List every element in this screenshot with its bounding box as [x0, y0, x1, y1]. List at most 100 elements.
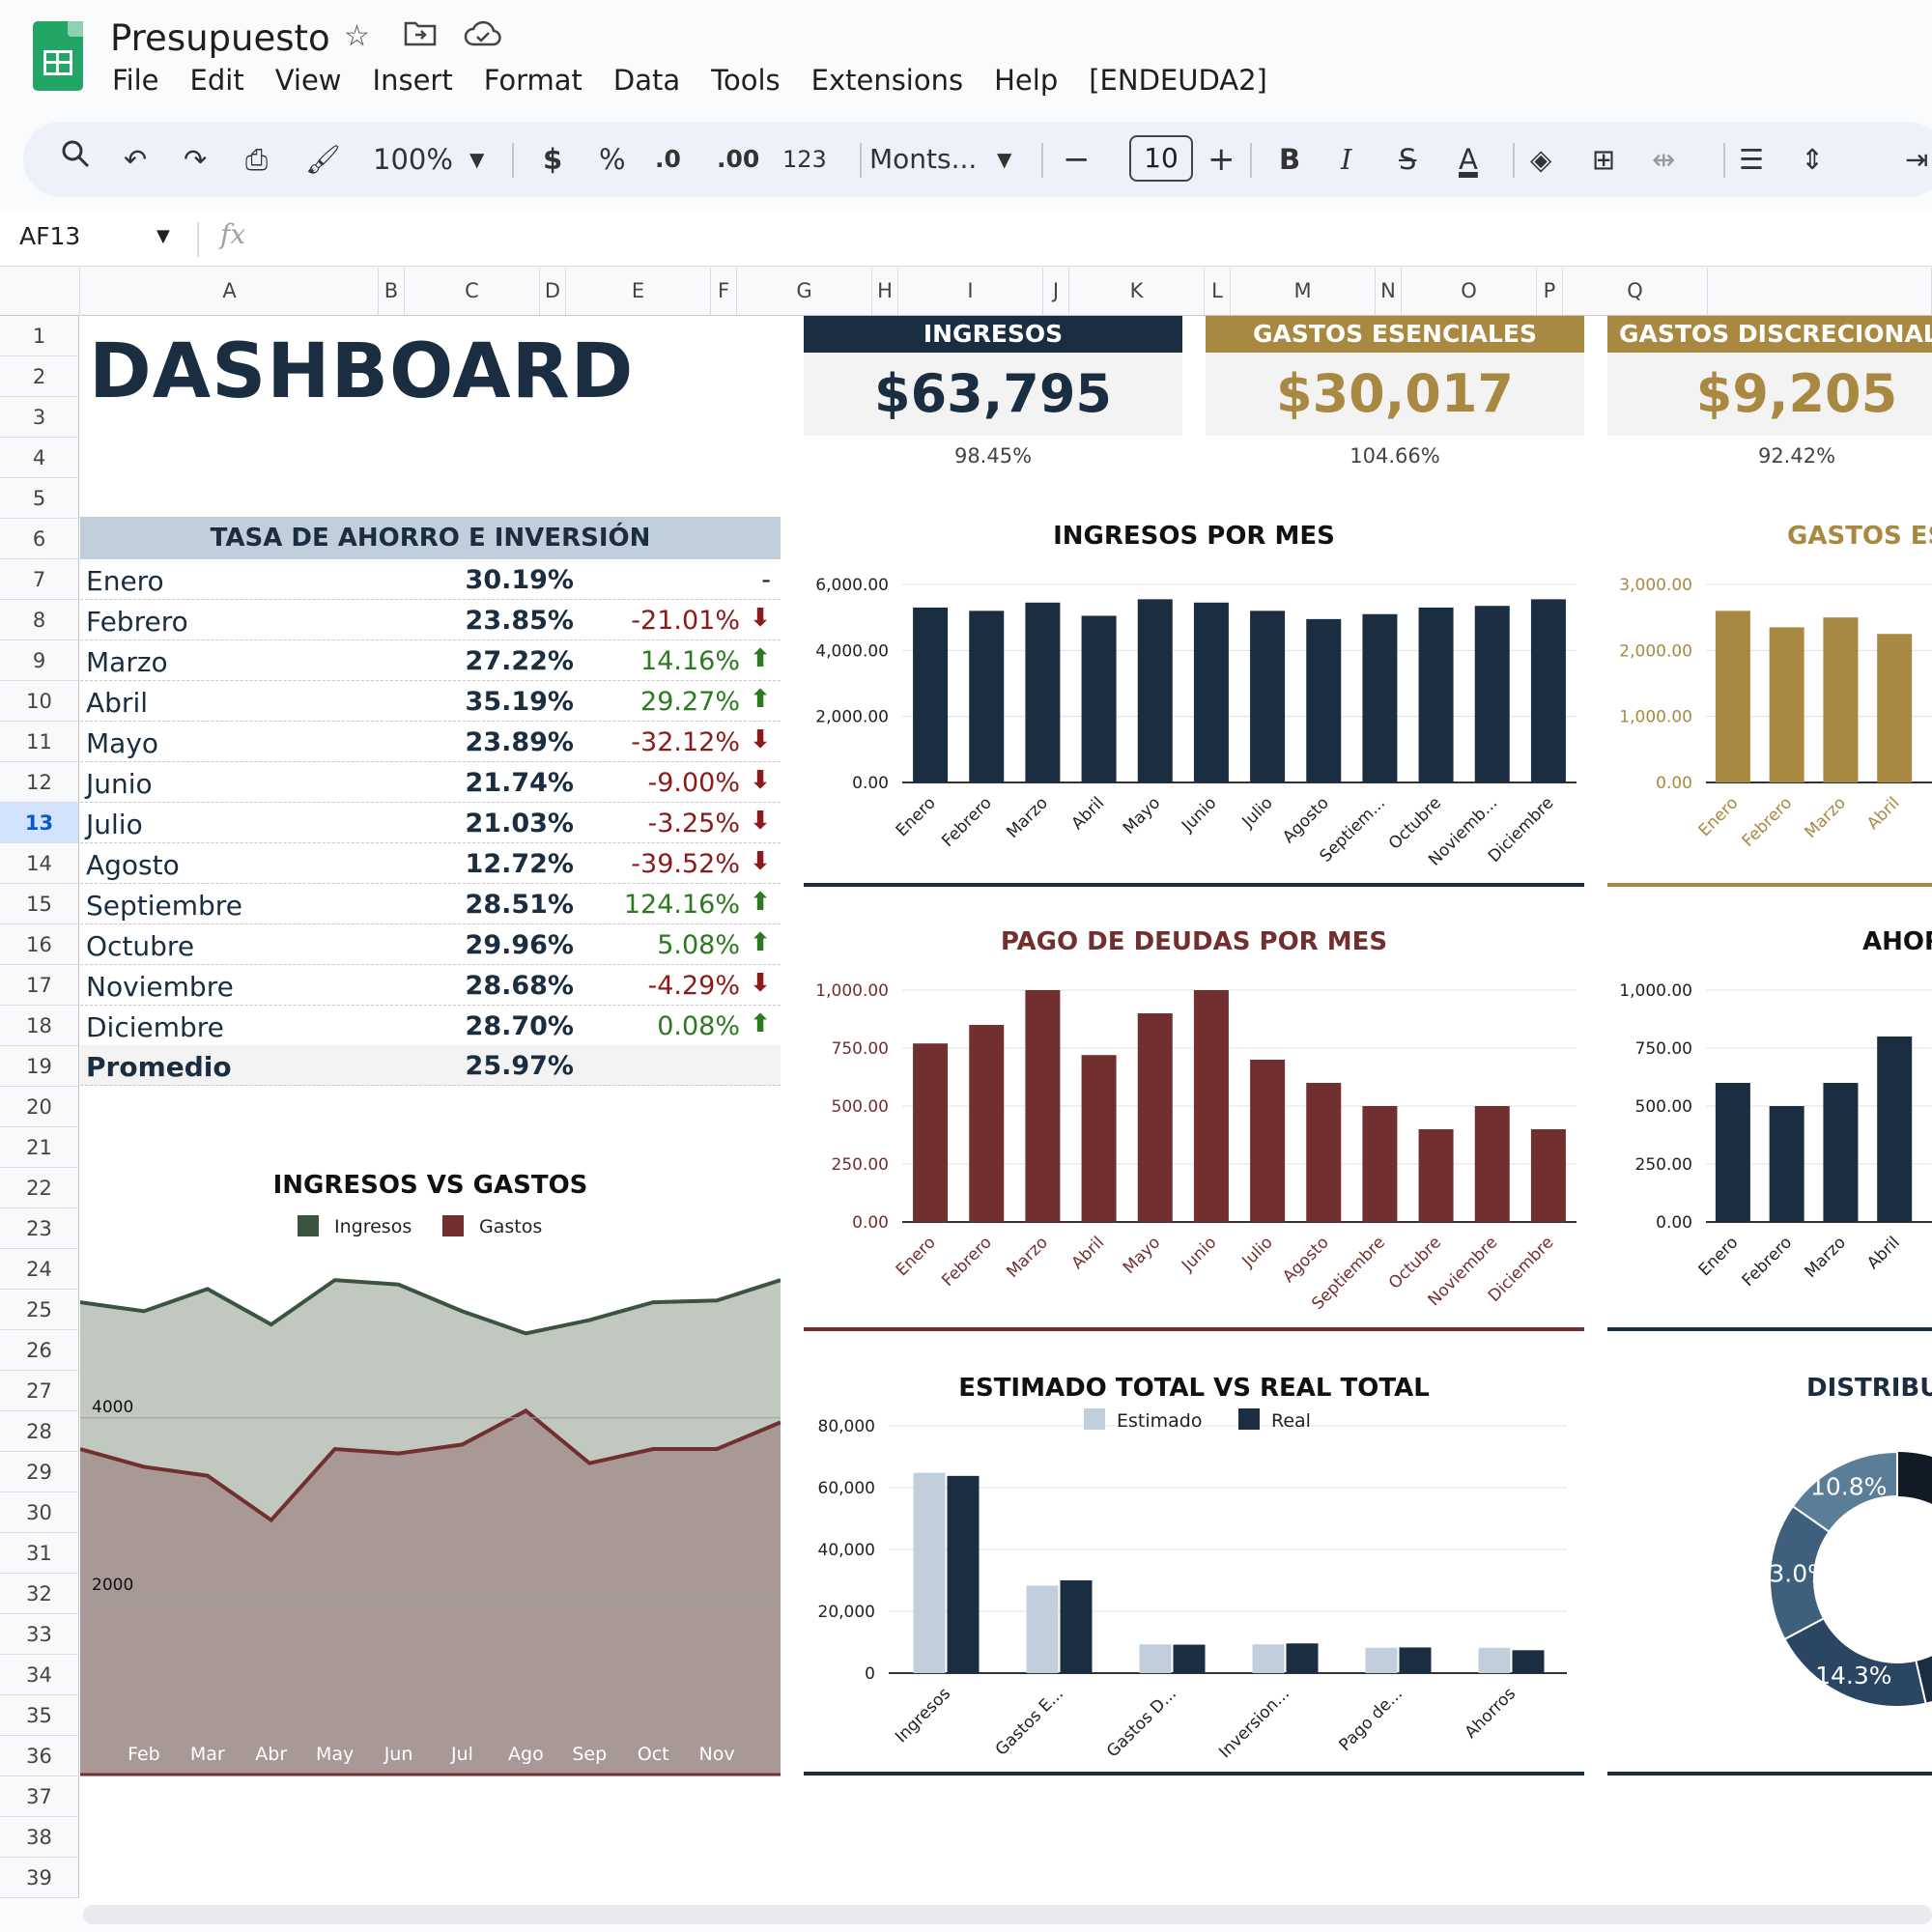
increase-font-size-icon[interactable]: + — [1208, 137, 1236, 182]
bar[interactable] — [1081, 1055, 1117, 1222]
bar[interactable] — [947, 1475, 980, 1673]
search-icon[interactable] — [60, 137, 91, 182]
text-color-icon[interactable]: A — [1459, 137, 1478, 182]
row-header-19[interactable]: 19 — [0, 1046, 79, 1087]
column-header-k[interactable]: K — [1069, 268, 1205, 316]
bar[interactable] — [1252, 1644, 1285, 1673]
column-header-j[interactable]: J — [1043, 268, 1069, 316]
column-header-a[interactable]: A — [81, 268, 379, 316]
menu-file[interactable]: File — [112, 64, 159, 97]
strikethrough-icon[interactable]: S — [1399, 137, 1416, 182]
menu-data[interactable]: Data — [613, 64, 680, 97]
row-header-28[interactable]: 28 — [0, 1411, 79, 1452]
column-header-e[interactable]: E — [566, 268, 711, 316]
bar[interactable] — [1715, 1083, 1750, 1222]
row-header-13[interactable]: 13 — [0, 803, 79, 843]
bar[interactable] — [1193, 602, 1229, 782]
row-header-17[interactable]: 17 — [0, 965, 79, 1006]
bar[interactable] — [1306, 1083, 1342, 1222]
name-box[interactable]: AF13 — [19, 222, 80, 250]
bar[interactable] — [1025, 990, 1061, 1222]
bar[interactable] — [1173, 1644, 1206, 1673]
bar[interactable] — [1026, 1585, 1059, 1673]
column-header-n[interactable]: N — [1376, 268, 1402, 316]
vertical-align-icon[interactable]: ⇕ — [1801, 137, 1824, 182]
bar[interactable] — [1365, 1647, 1398, 1673]
more-formats-button[interactable]: 123 — [782, 137, 827, 182]
row-header-1[interactable]: 1 — [0, 316, 79, 356]
merge-cells-icon[interactable]: ⇹ — [1652, 137, 1675, 182]
row-header-3[interactable]: 3 — [0, 397, 79, 438]
row-header-25[interactable]: 25 — [0, 1290, 79, 1330]
row-header-30[interactable]: 30 — [0, 1492, 79, 1533]
bar[interactable] — [1306, 618, 1342, 782]
row-header-15[interactable]: 15 — [0, 884, 79, 924]
document-title[interactable]: Presupuesto — [110, 17, 330, 59]
row-header-10[interactable]: 10 — [0, 681, 79, 722]
column-header-q[interactable]: Q — [1563, 268, 1708, 316]
row-header-8[interactable]: 8 — [0, 600, 79, 640]
menu-tools[interactable]: Tools — [711, 64, 780, 97]
bar[interactable] — [1418, 1129, 1454, 1222]
row-header-2[interactable]: 2 — [0, 356, 79, 397]
row-header-39[interactable]: 39 — [0, 1858, 79, 1898]
bar[interactable] — [1530, 599, 1566, 782]
font-select[interactable]: Monts... — [869, 137, 977, 182]
bar[interactable] — [913, 1043, 949, 1222]
row-header-14[interactable]: 14 — [0, 843, 79, 884]
menu-insert[interactable]: Insert — [373, 64, 453, 97]
bar[interactable] — [1081, 615, 1117, 782]
row-header-11[interactable]: 11 — [0, 722, 79, 762]
column-header-b[interactable]: B — [379, 268, 405, 316]
italic-icon[interactable]: I — [1341, 137, 1351, 182]
bar[interactable] — [1877, 634, 1913, 782]
bar[interactable] — [1060, 1579, 1093, 1673]
bar[interactable] — [1823, 617, 1859, 782]
font-dropdown-icon[interactable]: ▼ — [997, 137, 1011, 182]
row-header-9[interactable]: 9 — [0, 640, 79, 681]
select-all-corner[interactable] — [0, 268, 80, 316]
column-header-h[interactable]: H — [872, 268, 898, 316]
row-header-29[interactable]: 29 — [0, 1452, 79, 1492]
bar[interactable] — [1399, 1647, 1432, 1673]
sheets-logo-icon[interactable] — [33, 21, 83, 91]
column-header-m[interactable]: M — [1231, 268, 1376, 316]
row-header-33[interactable]: 33 — [0, 1614, 79, 1655]
row-header-32[interactable]: 32 — [0, 1574, 79, 1614]
bold-icon[interactable]: B — [1279, 137, 1300, 182]
paint-format-icon[interactable]: 🖌 — [305, 137, 341, 182]
row-header-20[interactable]: 20 — [0, 1087, 79, 1127]
currency-format-button[interactable]: $ — [543, 137, 562, 182]
text-wrap-icon[interactable]: ⇥ — [1905, 137, 1928, 182]
bar[interactable] — [1769, 627, 1804, 782]
column-header-c[interactable]: C — [405, 268, 540, 316]
cloud-saved-icon[interactable] — [464, 19, 502, 56]
bar[interactable] — [1250, 1060, 1286, 1222]
row-header-21[interactable]: 21 — [0, 1127, 79, 1168]
undo-icon[interactable]: ↶ — [124, 137, 147, 182]
bar[interactable] — [1362, 1106, 1398, 1222]
column-header-p[interactable]: P — [1537, 268, 1563, 316]
chart-ahorro-mes[interactable]: 0.00 250.00 500.00 750.00 1,000.00 EneroFebre… — [1607, 966, 1932, 1333]
chart-ingresos-por-mes[interactable]: 0.00 2,000.00 4,000.00 6,000.00 EneroFebrero… — [804, 560, 1584, 889]
star-icon[interactable]: ☆ — [344, 19, 370, 53]
row-header-24[interactable]: 24 — [0, 1249, 79, 1290]
bar[interactable] — [1823, 1083, 1859, 1222]
chart-estimado-vs-real[interactable]: 0 20,000 40,000 60,000 80,000 Ingresos Gastos … — [804, 1408, 1584, 1777]
bar[interactable] — [1362, 613, 1398, 782]
row-header-22[interactable]: 22 — [0, 1168, 79, 1208]
row-header-36[interactable]: 36 — [0, 1736, 79, 1776]
zoom-dropdown-icon[interactable]: ▼ — [469, 137, 484, 182]
menu-extensions[interactable]: Extensions — [811, 64, 963, 97]
row-header-27[interactable]: 27 — [0, 1371, 79, 1411]
row-header-23[interactable]: 23 — [0, 1208, 79, 1249]
chart-distribucion[interactable]: 10.8%13.0%14.3%15.1% — [1607, 1410, 1932, 1777]
bar[interactable] — [913, 607, 949, 782]
bar[interactable] — [1478, 1647, 1511, 1673]
row-header-4[interactable]: 4 — [0, 438, 79, 478]
column-header-d[interactable]: D — [540, 268, 566, 316]
row-header-12[interactable]: 12 — [0, 762, 79, 803]
bar[interactable] — [1025, 602, 1061, 782]
bar[interactable] — [1512, 1650, 1545, 1673]
column-header-f[interactable]: F — [711, 268, 737, 316]
